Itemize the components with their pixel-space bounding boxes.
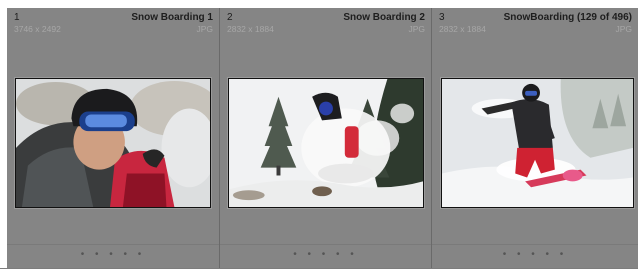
window-top-edge <box>0 0 638 8</box>
powder-spray-photo <box>229 79 423 207</box>
cell-index: 2 <box>227 12 233 23</box>
cell-index: 3 <box>439 12 445 23</box>
star-rating-dots[interactable]: • • • • • <box>432 249 638 260</box>
cell-footer: • • • • • <box>220 244 431 269</box>
grid-cell[interactable]: 2 Snow Boarding 2 2832 x 1884 JPG • • • … <box>220 8 432 268</box>
cell-header: 2 Snow Boarding 2 2832 x 1884 JPG <box>220 8 431 40</box>
snowboarder-closeup-photo <box>16 79 210 207</box>
star-rating-dots[interactable]: • • • • • <box>7 249 219 260</box>
cell-index: 1 <box>14 12 20 23</box>
cell-footer: • • • • • <box>432 244 638 269</box>
window-left-edge <box>0 0 7 268</box>
snowboard-jump-photo <box>442 79 633 207</box>
cell-dimensions: 2832 x 1884 <box>227 24 274 34</box>
grid-cell[interactable]: 3 SnowBoarding (129 of 496) 2832 x 1884 … <box>432 8 638 268</box>
photo-thumbnail[interactable] <box>15 78 211 208</box>
cell-header: 3 SnowBoarding (129 of 496) 2832 x 1884 … <box>432 8 638 40</box>
cell-header: 1 Snow Boarding 1 3746 x 2492 JPG <box>7 8 219 40</box>
cell-file-format: JPG <box>408 24 425 34</box>
photo-thumbnail[interactable] <box>228 78 424 208</box>
cell-file-format: JPG <box>196 24 213 34</box>
cell-filename: Snow Boarding 1 <box>131 12 213 23</box>
star-rating-dots[interactable]: • • • • • <box>220 249 431 260</box>
grid-cell[interactable]: 1 Snow Boarding 1 3746 x 2492 JPG • • • … <box>7 8 220 268</box>
cell-filename: Snow Boarding 2 <box>343 12 425 23</box>
cell-dimensions: 3746 x 2492 <box>14 24 61 34</box>
cell-footer: • • • • • <box>7 244 219 269</box>
photo-thumbnail[interactable] <box>441 78 634 208</box>
cell-filename: SnowBoarding (129 of 496) <box>503 12 632 23</box>
cell-file-format: JPG <box>615 24 632 34</box>
cell-dimensions: 2832 x 1884 <box>439 24 486 34</box>
